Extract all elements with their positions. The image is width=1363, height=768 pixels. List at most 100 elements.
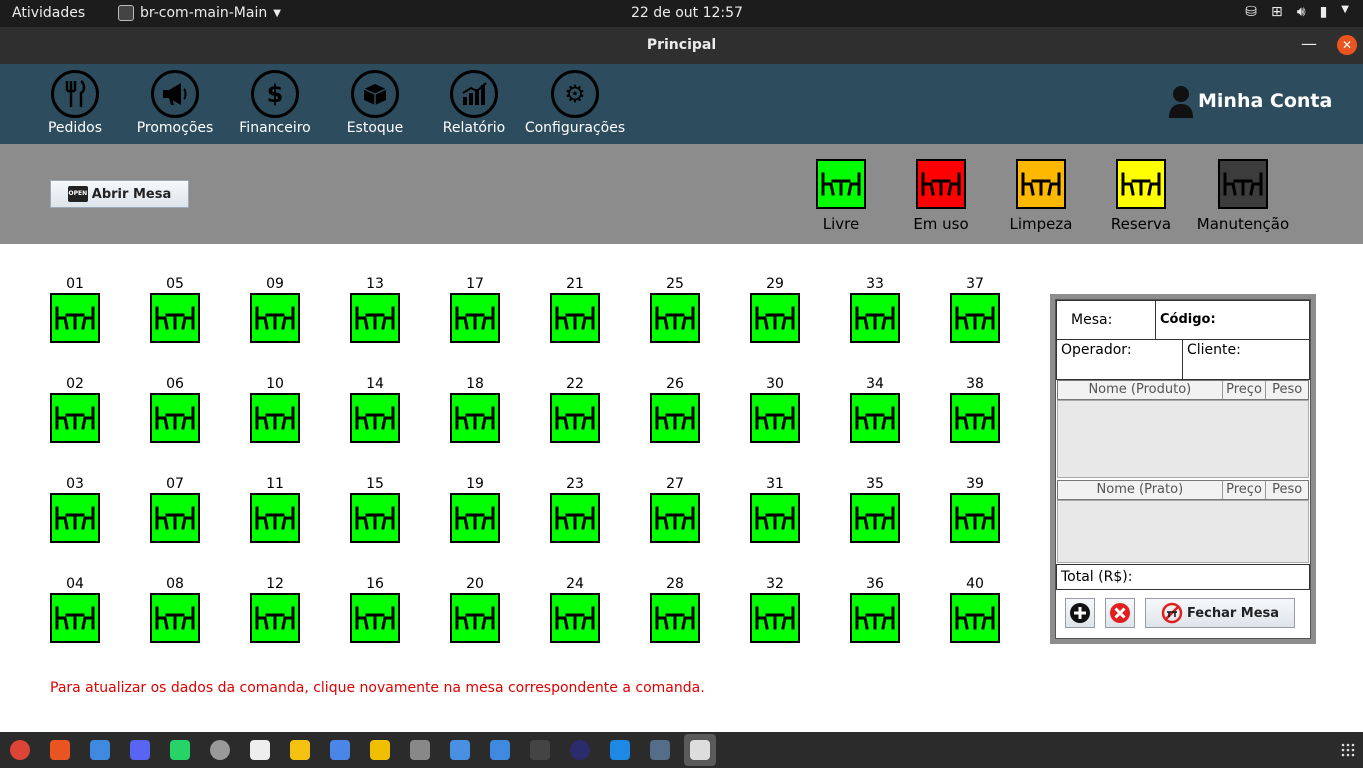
battery-icon[interactable]: ▮ bbox=[1320, 4, 1328, 20]
table-icon[interactable] bbox=[750, 293, 800, 343]
table-icon[interactable] bbox=[50, 493, 100, 543]
column-header[interactable]: Nome (Produto) bbox=[1058, 381, 1223, 399]
table-18[interactable]: 18 bbox=[450, 375, 500, 443]
table-icon[interactable] bbox=[550, 393, 600, 443]
table-26[interactable]: 26 bbox=[650, 375, 700, 443]
chrome-icon[interactable] bbox=[10, 740, 30, 760]
table-icon[interactable] bbox=[250, 293, 300, 343]
table-icon[interactable] bbox=[650, 493, 700, 543]
database-icon[interactable]: ⛁ bbox=[1245, 4, 1257, 20]
table-icon[interactable] bbox=[950, 593, 1000, 643]
table-04[interactable]: 04 bbox=[50, 575, 100, 643]
app-menu[interactable]: br-com-main-Main ▼ bbox=[118, 5, 281, 21]
table-icon[interactable] bbox=[750, 593, 800, 643]
table-14[interactable]: 14 bbox=[350, 375, 400, 443]
whatsapp-icon[interactable] bbox=[170, 740, 190, 760]
column-header[interactable]: Preço bbox=[1223, 381, 1267, 399]
table-icon[interactable] bbox=[350, 493, 400, 543]
volume-icon[interactable]: 🔊︎ bbox=[1297, 4, 1306, 20]
nav-item-relatorio[interactable]: Relatório bbox=[419, 70, 529, 136]
terminal-icon[interactable] bbox=[530, 740, 550, 760]
table-10[interactable]: 10 bbox=[250, 375, 300, 443]
table-icon[interactable] bbox=[450, 293, 500, 343]
files-icon[interactable] bbox=[250, 740, 270, 760]
table-icon[interactable] bbox=[650, 593, 700, 643]
table-icon[interactable] bbox=[550, 593, 600, 643]
table-icon[interactable] bbox=[250, 593, 300, 643]
table-icon[interactable] bbox=[250, 393, 300, 443]
vscode-icon[interactable] bbox=[610, 740, 630, 760]
table-22[interactable]: 22 bbox=[550, 375, 600, 443]
table-icon[interactable] bbox=[50, 593, 100, 643]
table-icon[interactable] bbox=[150, 593, 200, 643]
table-icon[interactable] bbox=[950, 393, 1000, 443]
column-header[interactable]: Peso bbox=[1266, 381, 1308, 399]
table-06[interactable]: 06 bbox=[150, 375, 200, 443]
column-header[interactable]: Preço bbox=[1223, 481, 1267, 499]
table-icon[interactable] bbox=[850, 393, 900, 443]
nav-item-financeiro[interactable]: $ Financeiro bbox=[220, 70, 330, 136]
open-table-button[interactable]: OPEN Abrir Mesa bbox=[50, 180, 189, 208]
remove-item-button[interactable] bbox=[1105, 598, 1135, 628]
table-16[interactable]: 16 bbox=[350, 575, 400, 643]
table-33[interactable]: 33 bbox=[850, 275, 900, 343]
table-icon[interactable] bbox=[150, 293, 200, 343]
table-25[interactable]: 25 bbox=[650, 275, 700, 343]
table-17[interactable]: 17 bbox=[450, 275, 500, 343]
documents-icon[interactable] bbox=[290, 740, 310, 760]
table-icon[interactable] bbox=[750, 393, 800, 443]
table-icon[interactable] bbox=[850, 293, 900, 343]
table-icon[interactable] bbox=[150, 393, 200, 443]
table-39[interactable]: 39 bbox=[950, 475, 1000, 543]
table-19[interactable]: 19 bbox=[450, 475, 500, 543]
settings-icon[interactable] bbox=[210, 740, 230, 760]
table-12[interactable]: 12 bbox=[250, 575, 300, 643]
table-icon[interactable] bbox=[150, 493, 200, 543]
table-icon[interactable] bbox=[350, 593, 400, 643]
table-icon[interactable] bbox=[250, 493, 300, 543]
table-icon[interactable] bbox=[550, 293, 600, 343]
app-grid-icon[interactable] bbox=[1341, 742, 1355, 757]
table-08[interactable]: 08 bbox=[150, 575, 200, 643]
table-13[interactable]: 13 bbox=[350, 275, 400, 343]
table-34[interactable]: 34 bbox=[850, 375, 900, 443]
table-icon[interactable] bbox=[650, 293, 700, 343]
thunderbird-icon[interactable] bbox=[90, 740, 110, 760]
table-15[interactable]: 15 bbox=[350, 475, 400, 543]
close-icon[interactable]: ✕ bbox=[1337, 35, 1357, 55]
table-icon[interactable] bbox=[450, 493, 500, 543]
add-item-button[interactable] bbox=[1065, 598, 1095, 628]
database-icon[interactable] bbox=[650, 740, 670, 760]
table-40[interactable]: 40 bbox=[950, 575, 1000, 643]
java-app-icon[interactable] bbox=[690, 740, 710, 760]
minimize-icon[interactable]: — bbox=[1301, 34, 1317, 53]
table-20[interactable]: 20 bbox=[450, 575, 500, 643]
table-24[interactable]: 24 bbox=[550, 575, 600, 643]
table-icon[interactable] bbox=[450, 393, 500, 443]
table-31[interactable]: 31 bbox=[750, 475, 800, 543]
screenshot-icon[interactable] bbox=[330, 740, 350, 760]
table-37[interactable]: 37 bbox=[950, 275, 1000, 343]
table-07[interactable]: 07 bbox=[150, 475, 200, 543]
notes-icon[interactable] bbox=[490, 740, 510, 760]
eclipse-icon[interactable] bbox=[570, 740, 590, 760]
column-header[interactable]: Peso bbox=[1266, 481, 1308, 499]
text-editor-icon[interactable] bbox=[450, 740, 470, 760]
nav-item-configuracoes[interactable]: ⚙ Configurações bbox=[520, 70, 630, 136]
system-tray[interactable]: ⛁ ⊞ 🔊︎ ▮ ▼ bbox=[1245, 4, 1349, 20]
table-icon[interactable] bbox=[650, 393, 700, 443]
table-icon[interactable] bbox=[350, 393, 400, 443]
table-icon[interactable] bbox=[450, 593, 500, 643]
software-center-icon[interactable] bbox=[50, 740, 70, 760]
table-icon[interactable] bbox=[50, 293, 100, 343]
nav-item-estoque[interactable]: Estoque bbox=[320, 70, 430, 136]
table-icon[interactable] bbox=[350, 293, 400, 343]
table-23[interactable]: 23 bbox=[550, 475, 600, 543]
table-icon[interactable] bbox=[550, 493, 600, 543]
table-05[interactable]: 05 bbox=[150, 275, 200, 343]
table-28[interactable]: 28 bbox=[650, 575, 700, 643]
table-icon[interactable] bbox=[950, 493, 1000, 543]
table-icon[interactable] bbox=[850, 493, 900, 543]
table-icon[interactable] bbox=[50, 393, 100, 443]
table-29[interactable]: 29 bbox=[750, 275, 800, 343]
